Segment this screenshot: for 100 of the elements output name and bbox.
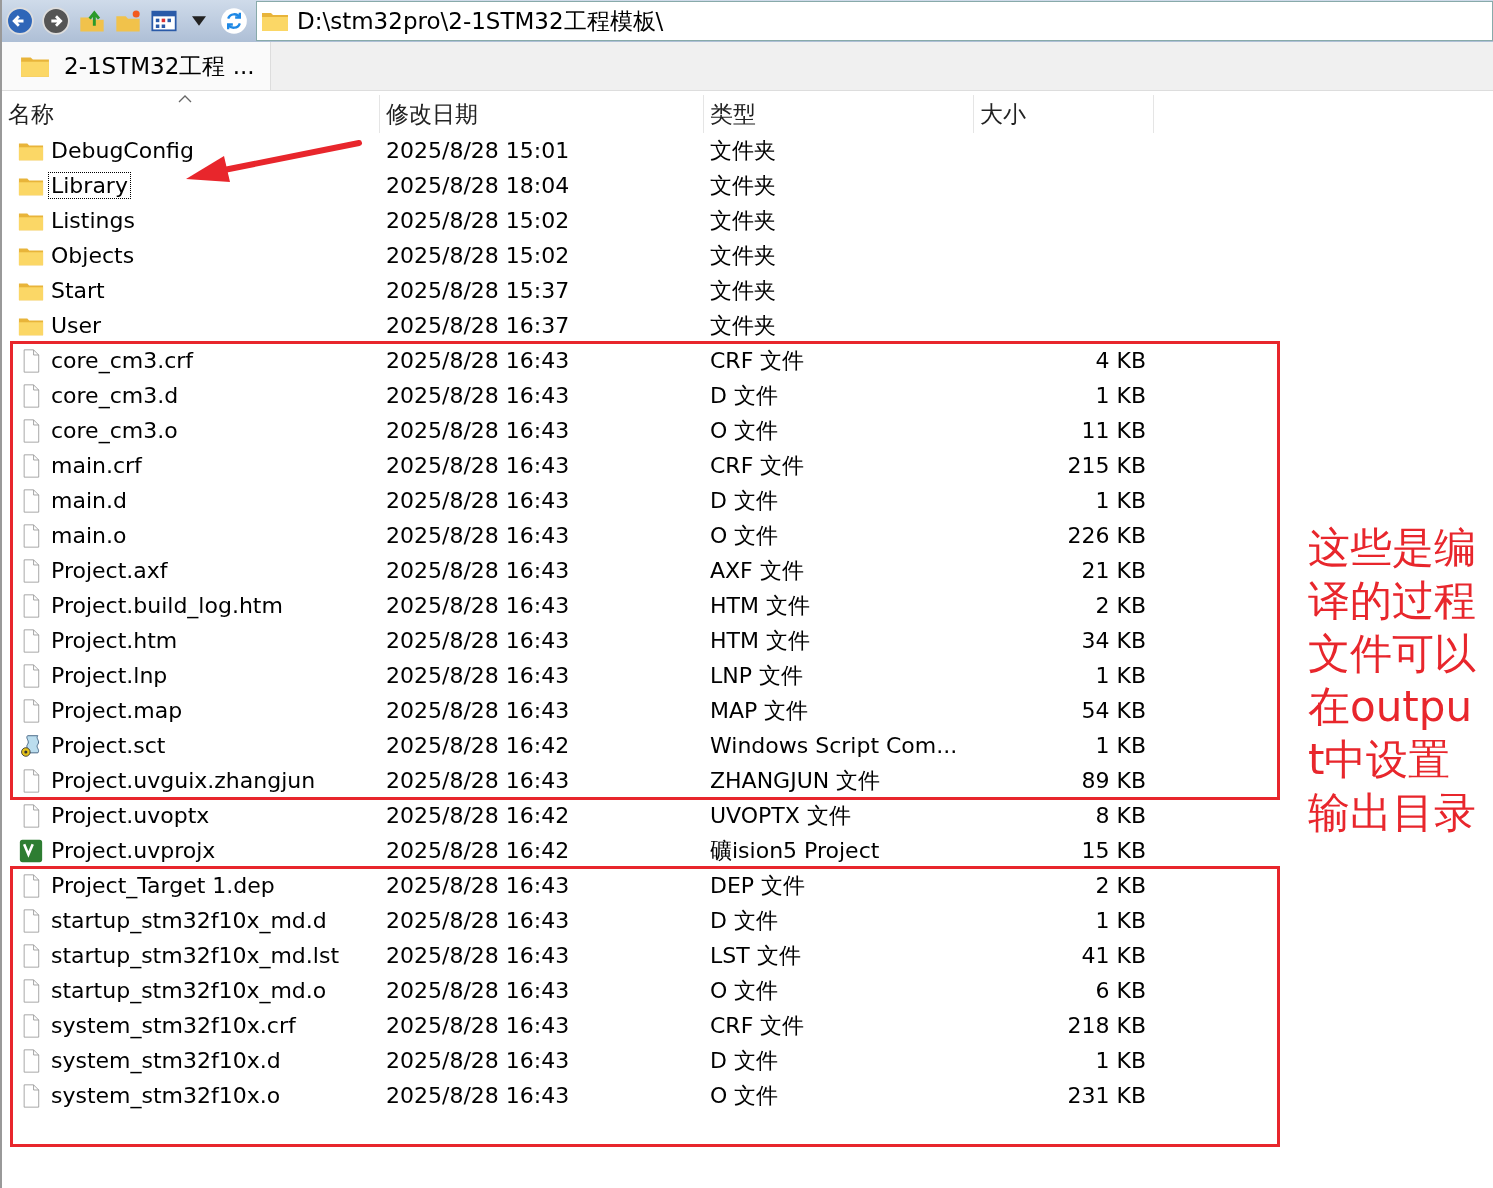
file-type: 礦ision5 Project	[710, 836, 880, 865]
file-type: 文件夹	[710, 206, 776, 235]
file-name[interactable]: Project.uvoptx	[48, 802, 213, 829]
annotation-note: 这些是编译的过程文件可以在output中设置输出目录	[1308, 522, 1477, 839]
back-icon[interactable]	[6, 7, 34, 35]
file-name[interactable]: Objects	[48, 242, 138, 269]
modified-date: 2025/8/28 16:43	[386, 1048, 570, 1073]
modified-date: 2025/8/28 16:43	[386, 1083, 570, 1108]
file-size: 2 KB	[1095, 873, 1146, 898]
file-name[interactable]: Project.uvprojx	[48, 837, 219, 864]
modified-date: 2025/8/28 16:43	[386, 978, 570, 1003]
file-type: LNP 文件	[710, 661, 803, 690]
file-size: 218 KB	[1067, 1013, 1146, 1038]
file-size: 2 KB	[1095, 593, 1146, 618]
file-type: HTM 文件	[710, 591, 810, 620]
modified-date: 2025/8/28 16:43	[386, 558, 570, 583]
file-type: O 文件	[710, 976, 779, 1005]
file-name[interactable]: system_stm32f10x.o	[48, 1082, 284, 1109]
column-header[interactable]: 类型	[704, 95, 974, 133]
dropdown-caret-icon[interactable]	[192, 16, 206, 26]
file-name[interactable]: system_stm32f10x.crf	[48, 1012, 299, 1039]
file-size: 34 KB	[1081, 628, 1146, 653]
column-header[interactable]: 大小	[974, 95, 1154, 133]
file-name[interactable]: User	[48, 312, 105, 339]
file-type: HTM 文件	[710, 626, 810, 655]
file-type: D 文件	[710, 906, 778, 935]
folder-icon	[20, 54, 50, 78]
file-size: 6 KB	[1095, 978, 1146, 1003]
modified-date: 2025/8/28 16:43	[386, 523, 570, 548]
file-name[interactable]: Start	[48, 277, 108, 304]
refresh-icon[interactable]	[220, 7, 248, 35]
modified-date: 2025/8/28 16:43	[386, 348, 570, 373]
file-size: 1 KB	[1095, 663, 1146, 688]
modified-date: 2025/8/28 16:43	[386, 453, 570, 478]
forward-icon[interactable]	[42, 7, 70, 35]
modified-date: 2025/8/28 18:04	[386, 173, 570, 198]
file-size: 8 KB	[1095, 803, 1146, 828]
file-size: 21 KB	[1081, 558, 1146, 583]
file-name[interactable]: Project.sct	[48, 732, 169, 759]
file-size: 1 KB	[1095, 1048, 1146, 1073]
file-size: 89 KB	[1081, 768, 1146, 793]
file-name[interactable]: Project.build_log.htm	[48, 592, 286, 619]
file-size: 11 KB	[1081, 418, 1146, 443]
modified-date: 2025/8/28 16:43	[386, 943, 570, 968]
modified-date: 2025/8/28 16:42	[386, 838, 570, 863]
file-name[interactable]: Library	[48, 172, 131, 199]
modified-date: 2025/8/28 16:43	[386, 628, 570, 653]
modified-date: 2025/8/28 16:43	[386, 698, 570, 723]
file-type: Windows Script Com...	[710, 733, 958, 758]
file-name[interactable]: Project.lnp	[48, 662, 171, 689]
modified-date: 2025/8/28 16:42	[386, 803, 570, 828]
file-type: 文件夹	[710, 241, 776, 270]
modified-date: 2025/8/28 15:02	[386, 243, 570, 268]
file-size: 41 KB	[1081, 943, 1146, 968]
file-type: 文件夹	[710, 311, 776, 340]
file-type: UVOPTX 文件	[710, 801, 851, 830]
file-name[interactable]: DebugConfig	[48, 137, 197, 164]
file-type: LST 文件	[710, 941, 801, 970]
modified-date: 2025/8/28 15:37	[386, 278, 570, 303]
file-name[interactable]: core_cm3.d	[48, 382, 182, 409]
file-name[interactable]: Project_Target 1.dep	[48, 872, 278, 899]
modified-date: 2025/8/28 16:43	[386, 908, 570, 933]
file-name[interactable]: main.d	[48, 487, 130, 514]
file-name[interactable]: Project.htm	[48, 627, 181, 654]
file-type: CRF 文件	[710, 1011, 805, 1040]
column-header[interactable]: 修改日期	[380, 95, 704, 133]
file-type: MAP 文件	[710, 696, 809, 725]
file-name[interactable]: Project.map	[48, 697, 186, 724]
file-size: 1 KB	[1095, 488, 1146, 513]
file-name[interactable]: main.crf	[48, 452, 145, 479]
keil-project-icon	[18, 838, 44, 863]
folder-icon	[261, 10, 289, 32]
file-type: CRF 文件	[710, 451, 805, 480]
file-type: 文件夹	[710, 276, 776, 305]
file-name[interactable]: Project.uvguix.zhangjun	[48, 767, 319, 794]
column-header[interactable]: 名称	[2, 95, 380, 133]
modified-date: 2025/8/28 16:43	[386, 768, 570, 793]
modified-date: 2025/8/28 16:37	[386, 313, 570, 338]
modified-date: 2025/8/28 16:42	[386, 733, 570, 758]
file-name[interactable]: core_cm3.crf	[48, 347, 197, 374]
file-name[interactable]: Listings	[48, 207, 138, 234]
file-type: O 文件	[710, 521, 779, 550]
modified-date: 2025/8/28 16:43	[386, 1013, 570, 1038]
folder-tab[interactable]: 2-1STM32工程 ...	[2, 42, 271, 90]
modified-date: 2025/8/28 16:43	[386, 593, 570, 618]
modified-date: 2025/8/28 15:01	[386, 138, 570, 163]
file-name[interactable]: startup_stm32f10x_md.lst	[48, 942, 342, 969]
file-type: ZHANGJUN 文件	[710, 766, 881, 795]
file-name[interactable]: startup_stm32f10x_md.o	[48, 977, 330, 1004]
modified-date: 2025/8/28 15:02	[386, 208, 570, 233]
file-name[interactable]: main.o	[48, 522, 130, 549]
file-name[interactable]: Project.axf	[48, 557, 171, 584]
file-size: 15 KB	[1081, 838, 1146, 863]
file-size: 226 KB	[1067, 523, 1146, 548]
file-name[interactable]: startup_stm32f10x_md.d	[48, 907, 330, 934]
file-name[interactable]: system_stm32f10x.d	[48, 1047, 284, 1074]
file-size: 4 KB	[1095, 348, 1146, 373]
file-name[interactable]: core_cm3.o	[48, 417, 181, 444]
address-path: D:\stm32pro\2-1STM32工程模板\	[297, 6, 664, 36]
file-type: D 文件	[710, 486, 778, 515]
